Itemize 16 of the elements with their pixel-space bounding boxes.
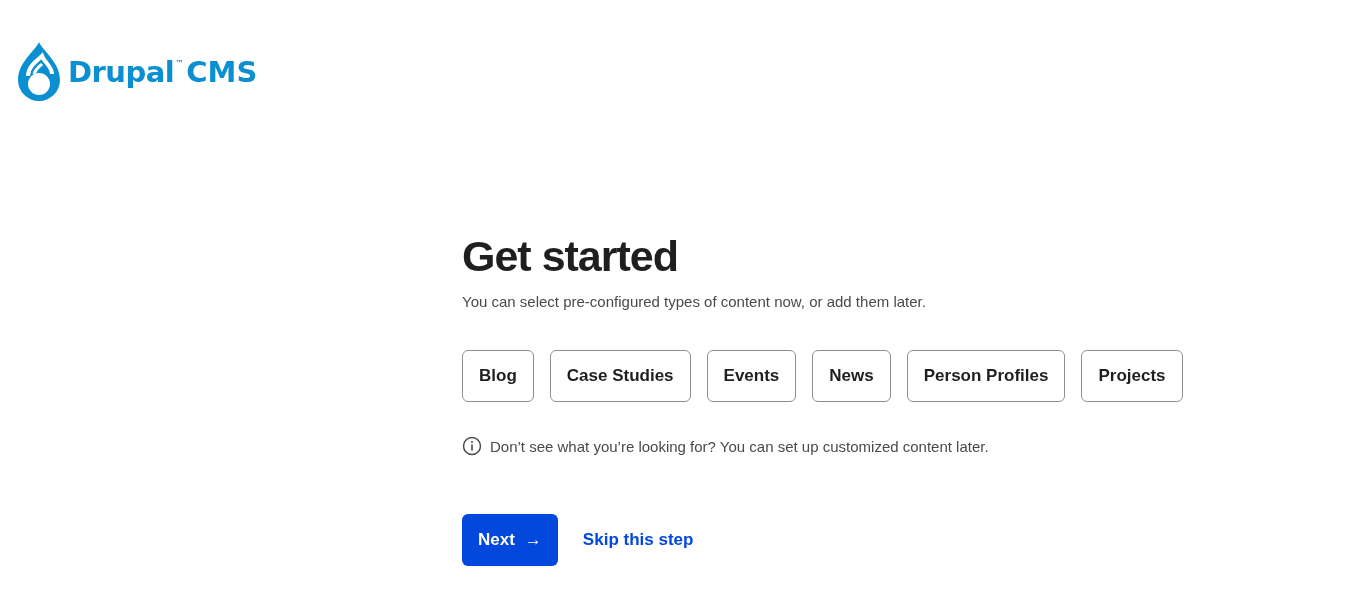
hint-text: Don’t see what you’re looking for? You can set up customized content later. bbox=[490, 437, 989, 455]
content-type-option[interactable]: Person Profiles bbox=[906, 350, 1066, 402]
content-type-option[interactable]: Events bbox=[706, 350, 797, 402]
content-type-option[interactable]: Case Studies bbox=[549, 350, 691, 402]
page-subtitle: You can select pre-configured types of content now, or add them later. bbox=[462, 293, 927, 310]
page-title: Get started bbox=[462, 232, 679, 281]
trademark: ™ bbox=[175, 59, 184, 68]
content-type-option[interactable]: News bbox=[812, 350, 891, 402]
next-button[interactable]: Next → bbox=[462, 514, 558, 566]
drop-logo-icon bbox=[16, 40, 62, 104]
content-type-option[interactable]: Blog bbox=[462, 350, 534, 402]
brand-name: Drupal bbox=[68, 55, 175, 89]
product-name: CMS bbox=[186, 55, 258, 89]
info-icon bbox=[462, 436, 482, 456]
content-type-option[interactable]: Projects bbox=[1081, 350, 1183, 402]
skip-link[interactable]: Skip this step bbox=[582, 530, 694, 550]
